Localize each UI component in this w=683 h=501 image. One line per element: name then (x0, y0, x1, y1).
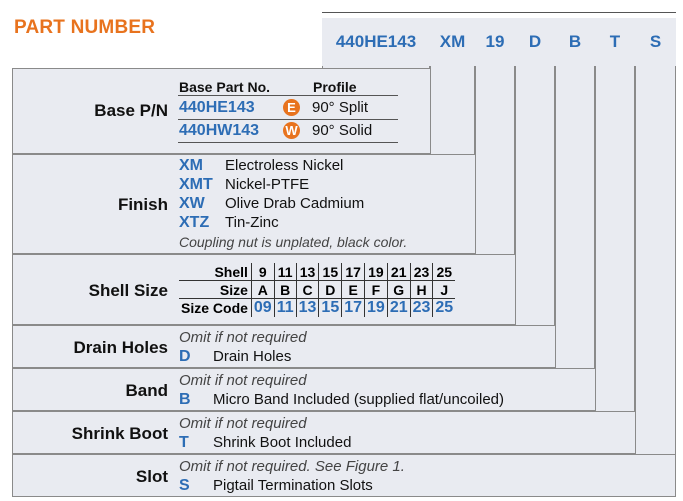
size-code-row: Size Code 09 11 13 15 17 19 21 23 25 (179, 298, 455, 317)
finish-code-3: XW (179, 195, 205, 212)
drain-note: Omit if not required (179, 329, 307, 346)
boot-code: T (179, 434, 189, 451)
size-cell: J (440, 281, 449, 298)
top-rule (322, 12, 676, 13)
size-cell: G (387, 280, 411, 299)
shell-cell: 19 (364, 263, 388, 281)
part-number-title: PART NUMBER (14, 17, 156, 38)
size-row: Size A B C D E F G H J (179, 280, 456, 299)
header-shell-code: 19 (475, 18, 515, 66)
drain-desc: Drain Holes (213, 348, 292, 365)
size-cell: F (364, 280, 388, 299)
profile-code-e-badge: E (283, 99, 300, 116)
size-code-cell: 19 (364, 298, 388, 317)
base-part-col-header: Base Part No. (179, 79, 271, 95)
finish-note: Coupling nut is unplated, black color. (179, 234, 408, 250)
shell-cell: 25 (436, 263, 453, 280)
profile-code-w-badge: W (283, 122, 300, 139)
slot-column-strip (635, 18, 676, 497)
profile-1: 90° Split (312, 99, 369, 116)
shell-size-row: Shell Size Shell 9 11 13 15 17 19 21 23 … (12, 254, 516, 325)
drain-holes-label: Drain Holes (73, 338, 168, 357)
slot-row: Slot Omit if not required. See Figure 1.… (12, 454, 676, 497)
band-desc: Micro Band Included (supplied flat/uncoi… (213, 391, 504, 408)
base-part-2: 440HW143 (179, 122, 260, 139)
base-part-1: 440HE143 (179, 99, 255, 116)
size-code-cell: 23 (410, 298, 434, 317)
size-row-label: Size (179, 280, 252, 299)
band-row: Band Omit if not required B Micro Band I… (12, 368, 596, 411)
slot-note: Omit if not required. See Figure 1. (179, 458, 405, 475)
size-code-cell: 11 (274, 298, 297, 317)
size-code-cell: 17 (341, 298, 366, 317)
finish-code-4: XTZ (179, 214, 210, 231)
shell-cell: 17 (341, 263, 366, 281)
shell-row: Shell 9 11 13 15 17 19 21 23 25 (179, 263, 455, 281)
shell-cell: 23 (410, 263, 434, 281)
size-cell: E (341, 280, 366, 299)
profile-col-header: Profile (313, 79, 357, 95)
size-cell: D (318, 280, 343, 299)
base-pn-row: Base P/N Base Part No. Profile 440HE143 … (12, 68, 431, 154)
band-note: Omit if not required (179, 372, 307, 389)
shrink-boot-label: Shrink Boot (71, 424, 168, 443)
finish-label: Finish (117, 195, 168, 214)
header-boot-code: T (595, 18, 635, 66)
finish-desc-4: Tin-Zinc (225, 214, 279, 231)
finish-row: Finish XM Electroless Nickel XMT Nickel-… (12, 154, 476, 254)
finish-desc-1: Electroless Nickel (225, 157, 344, 174)
band-column-strip (555, 18, 595, 411)
base-row-rule (178, 119, 398, 120)
drain-code: D (179, 348, 191, 365)
slot-code: S (179, 477, 190, 494)
shell-size-table: Shell 9 11 13 15 17 19 21 23 25 Size A B… (179, 263, 456, 317)
drain-holes-row: Drain Holes Omit if not required D Drain… (12, 325, 556, 368)
size-code-cell: 15 (318, 298, 343, 317)
finish-code-1: XM (179, 157, 203, 174)
slot-label: Slot (135, 467, 168, 486)
size-code-cell: 13 (296, 298, 320, 317)
size-code-cell: 21 (387, 298, 411, 317)
header-finish-code: XM (430, 18, 475, 66)
size-cell: A (251, 280, 275, 299)
size-cell: B (274, 280, 297, 299)
boot-desc: Shrink Boot Included (213, 434, 352, 451)
size-cell: C (296, 280, 320, 299)
header-base-code: 440HE143 (322, 18, 430, 66)
shell-cell: 11 (274, 263, 297, 281)
drain-column-strip (515, 18, 555, 368)
shell-row-label: Shell (179, 263, 252, 281)
finish-desc-2: Nickel-PTFE (225, 176, 310, 193)
shell-cell: 15 (318, 263, 343, 281)
shell-cell: 9 (251, 263, 275, 281)
finish-desc-3: Olive Drab Cadmium (225, 195, 365, 212)
base-header-rule (178, 95, 398, 96)
size-code-cell: 25 (435, 299, 454, 316)
header-slot-code: S (635, 18, 676, 66)
boot-note: Omit if not required (179, 415, 307, 432)
shell-cell: 13 (296, 263, 320, 281)
base-pn-label: Base P/N (94, 101, 168, 120)
size-cell: H (410, 280, 434, 299)
shell-size-label: Shell Size (88, 281, 168, 300)
finish-code-2: XMT (179, 176, 213, 193)
size-code-cell: 09 (251, 298, 275, 317)
profile-2: 90° Solid (312, 122, 373, 139)
boot-column-strip (595, 18, 635, 454)
header-drain-code: D (515, 18, 555, 66)
size-code-row-label: Size Code (179, 298, 252, 317)
shell-cell: 21 (387, 263, 411, 281)
base-bottom-rule (178, 142, 398, 143)
band-code: B (179, 391, 191, 408)
header-band-code: B (555, 18, 595, 66)
slot-desc: Pigtail Termination Slots (213, 477, 373, 494)
band-label: Band (125, 381, 169, 400)
shrink-boot-row: Shrink Boot Omit if not required T Shrin… (12, 411, 636, 454)
